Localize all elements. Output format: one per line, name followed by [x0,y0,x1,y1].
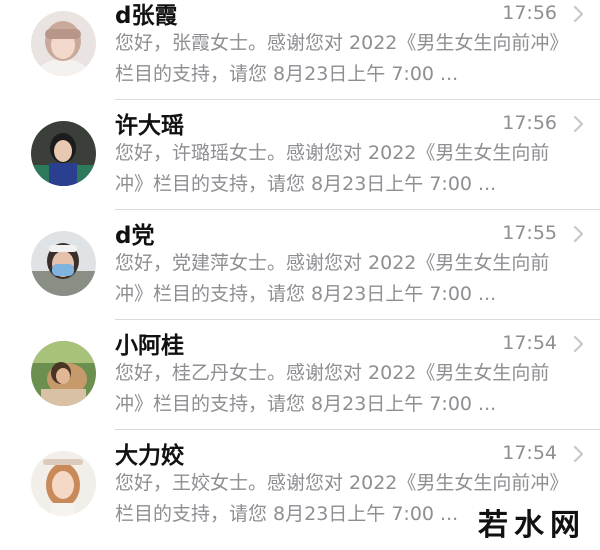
message-time: 17:54 [502,442,557,464]
message-preview: 您好，党建萍女士。感谢您对 2022《男生女生向前冲》栏目的支持，请您 8月23… [115,252,550,305]
avatar [31,341,96,406]
contact-name: 许大瑶 [115,113,184,139]
chevron-right-icon [572,223,586,245]
conversation-row[interactable]: 小阿桂 17:54 您好，桂乙丹女士。感谢您对 2022《男生女生向前冲》栏目的… [0,320,600,430]
message-time: 17:56 [502,2,557,24]
watermark-text: 若水网 [478,508,586,543]
message-time: 17:55 [502,222,557,244]
message-preview: 您好，桂乙丹女士。感谢您对 2022《男生女生向前冲》栏目的支持，请您 8月23… [115,362,550,415]
conversation-row[interactable]: d党 17:55 您好，党建萍女士。感谢您对 2022《男生女生向前冲》栏目的支… [0,210,600,320]
conversation-row[interactable]: d张霞 17:56 您好，张霞女士。感谢您对 2022《男生女生向前冲》栏目的支… [0,0,600,100]
chevron-right-icon [572,333,586,355]
site-watermark: 若水网 [468,508,594,546]
chevron-right-icon [572,113,586,135]
conversation-row[interactable]: 许大瑶 17:56 您好，许璐瑶女士。感谢您对 2022《男生女生向前冲》栏目的… [0,100,600,210]
avatar [31,11,96,76]
contact-name: 大力姣 [115,443,184,469]
message-preview: 您好，许璐瑶女士。感谢您对 2022《男生女生向前冲》栏目的支持，请您 8月23… [115,142,550,195]
chevron-right-icon [572,443,586,465]
avatar [31,451,96,516]
contact-name: d党 [115,223,155,249]
avatar [31,121,96,186]
message-preview: 您好，张霞女士。感谢您对 2022《男生女生向前冲》栏目的支持，请您 8月23日… [115,32,569,85]
chevron-right-icon [572,3,586,25]
contact-name: 小阿桂 [115,333,184,359]
message-time: 17:54 [502,332,557,354]
avatar [31,231,96,296]
message-list: d张霞 17:56 您好，张霞女士。感谢您对 2022《男生女生向前冲》栏目的支… [0,0,600,550]
message-time: 17:56 [502,112,557,134]
contact-name: d张霞 [115,3,178,29]
